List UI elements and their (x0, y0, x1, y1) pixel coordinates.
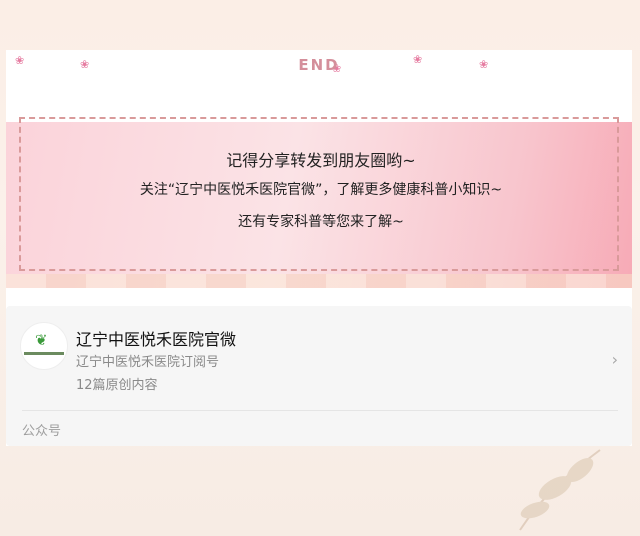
official-account-label: 公众号 (22, 424, 62, 439)
dashed-frame: 记得分享转发到朋友圈哟~ 关注“辽宁中医悦禾医院官微”，了解更多健康科普小知识~… (19, 117, 619, 271)
expert-text: 还有专家科普等您来了解~ (238, 214, 404, 230)
account-profile-card[interactable]: ❦ 辽宁中医悦禾医院官微 辽宁中医悦禾医院订阅号 12篇原创内容 › 公众号 (6, 306, 632, 446)
divider (22, 410, 618, 411)
share-reminder: 记得分享转发到朋友圈哟~ (226, 151, 416, 170)
chevron-right-icon[interactable]: › (612, 350, 618, 369)
share-banner: 记得分享转发到朋友圈哟~ 关注“辽宁中医悦禾医院官微”，了解更多健康科普小知识~… (6, 117, 632, 288)
account-name: 辽宁中医悦禾医院官微 (76, 330, 237, 349)
end-strip: ❀ ❀ ❀ ❀ ❀ END (6, 50, 632, 120)
avatar[interactable]: ❦ (20, 322, 68, 370)
follow-text: 关注“辽宁中医悦禾医院官微”，了解更多健康科普小知识~ (139, 182, 503, 198)
account-type: 辽宁中医悦禾医院订阅号 (76, 355, 220, 370)
logo-caption-bar (24, 352, 64, 355)
end-marker: END (298, 56, 340, 74)
original-count: 12篇原创内容 (76, 378, 158, 393)
hospital-logo-icon: ❦ (35, 331, 48, 349)
background-flower-icon (519, 449, 601, 531)
